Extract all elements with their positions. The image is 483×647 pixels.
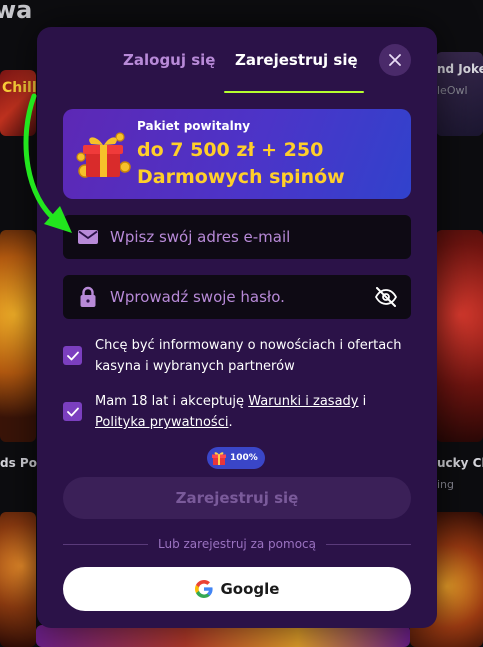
password-input[interactable] bbox=[110, 275, 373, 319]
game-tile-left-middle[interactable] bbox=[0, 230, 36, 442]
terms-consent-row: Mam 18 lat i akceptuję Warunki i zasady … bbox=[63, 391, 411, 433]
close-button[interactable] bbox=[379, 44, 411, 76]
google-button-label: Google bbox=[220, 580, 280, 598]
bonus-progress-value: 100% bbox=[230, 453, 258, 463]
game-tile-left-bottom[interactable] bbox=[0, 512, 36, 647]
game-tile-right-middle[interactable] bbox=[436, 230, 483, 442]
terms-consent-checkbox[interactable] bbox=[63, 402, 82, 421]
tab-register[interactable]: Zarejestruj się bbox=[235, 51, 358, 69]
game-provider-right-top: leOwl bbox=[437, 84, 468, 97]
google-signup-button[interactable]: Google bbox=[63, 567, 411, 611]
alt-login-divider: Lub zarejestruj za pomocą bbox=[63, 535, 411, 553]
email-input[interactable] bbox=[110, 215, 411, 259]
game-title-right-top: nd Joke bbox=[437, 62, 483, 76]
active-tab-indicator bbox=[224, 91, 364, 93]
auth-tabs: Zaloguj się Zarejestruj się bbox=[37, 27, 437, 95]
envelope-icon bbox=[76, 225, 100, 249]
divider-line-left bbox=[63, 543, 148, 545]
site-logo-fragment: wa bbox=[0, 0, 33, 24]
terms-text-suffix: . bbox=[228, 415, 233, 430]
game-tile-strip-bottom[interactable] bbox=[36, 625, 410, 647]
divider-line-right bbox=[326, 543, 411, 545]
game-provider-right-middle: ing bbox=[437, 478, 455, 491]
marketing-consent-label: Chcę być informowany o nowościach i ofer… bbox=[95, 338, 402, 374]
game-title-right-middle: ucky Cl bbox=[437, 456, 483, 470]
lock-icon bbox=[76, 285, 100, 309]
welcome-bonus-banner: Pakiet powitalny do 7 500 zł + 250 Darmo… bbox=[63, 109, 411, 199]
eye-slash-icon[interactable] bbox=[373, 284, 399, 310]
terms-consent-label: Mam 18 lat i akceptuję Warunki i zasady … bbox=[95, 391, 411, 433]
game-tile-title: Chill Jok bbox=[2, 80, 36, 96]
terms-link[interactable]: Warunki i zasady bbox=[248, 394, 358, 409]
promo-subtitle: Pakiet powitalny bbox=[137, 119, 251, 133]
checkmark-icon bbox=[66, 407, 79, 416]
game-tile-chilli-joker[interactable]: Chill Jok bbox=[0, 70, 36, 136]
email-field[interactable] bbox=[63, 215, 411, 259]
divider-text: Lub zarejestruj za pomocą bbox=[158, 537, 316, 551]
marketing-consent-row: Chcę być informowany o nowościach i ofer… bbox=[63, 335, 411, 377]
checkmark-icon bbox=[66, 351, 79, 360]
terms-text-middle: i bbox=[358, 394, 367, 409]
promo-headline: do 7 500 zł + 250 Darmowych spinów bbox=[137, 139, 345, 188]
tab-login[interactable]: Zaloguj się bbox=[123, 51, 215, 69]
terms-text-prefix: Mam 18 lat i akceptuję bbox=[95, 394, 249, 409]
register-submit-button[interactable]: Zarejestruj się bbox=[63, 477, 411, 519]
register-modal: Zaloguj się Zarejestruj się Pakiet powit… bbox=[37, 27, 437, 628]
gift-icon bbox=[76, 132, 131, 178]
gift-icon bbox=[212, 452, 226, 465]
privacy-policy-link[interactable]: Polityka prywatności bbox=[95, 415, 228, 430]
close-icon bbox=[389, 54, 401, 66]
marketing-consent-checkbox[interactable] bbox=[63, 346, 82, 365]
google-icon bbox=[194, 580, 213, 598]
password-field[interactable] bbox=[63, 275, 411, 319]
bonus-progress-badge: 100% bbox=[207, 447, 265, 469]
